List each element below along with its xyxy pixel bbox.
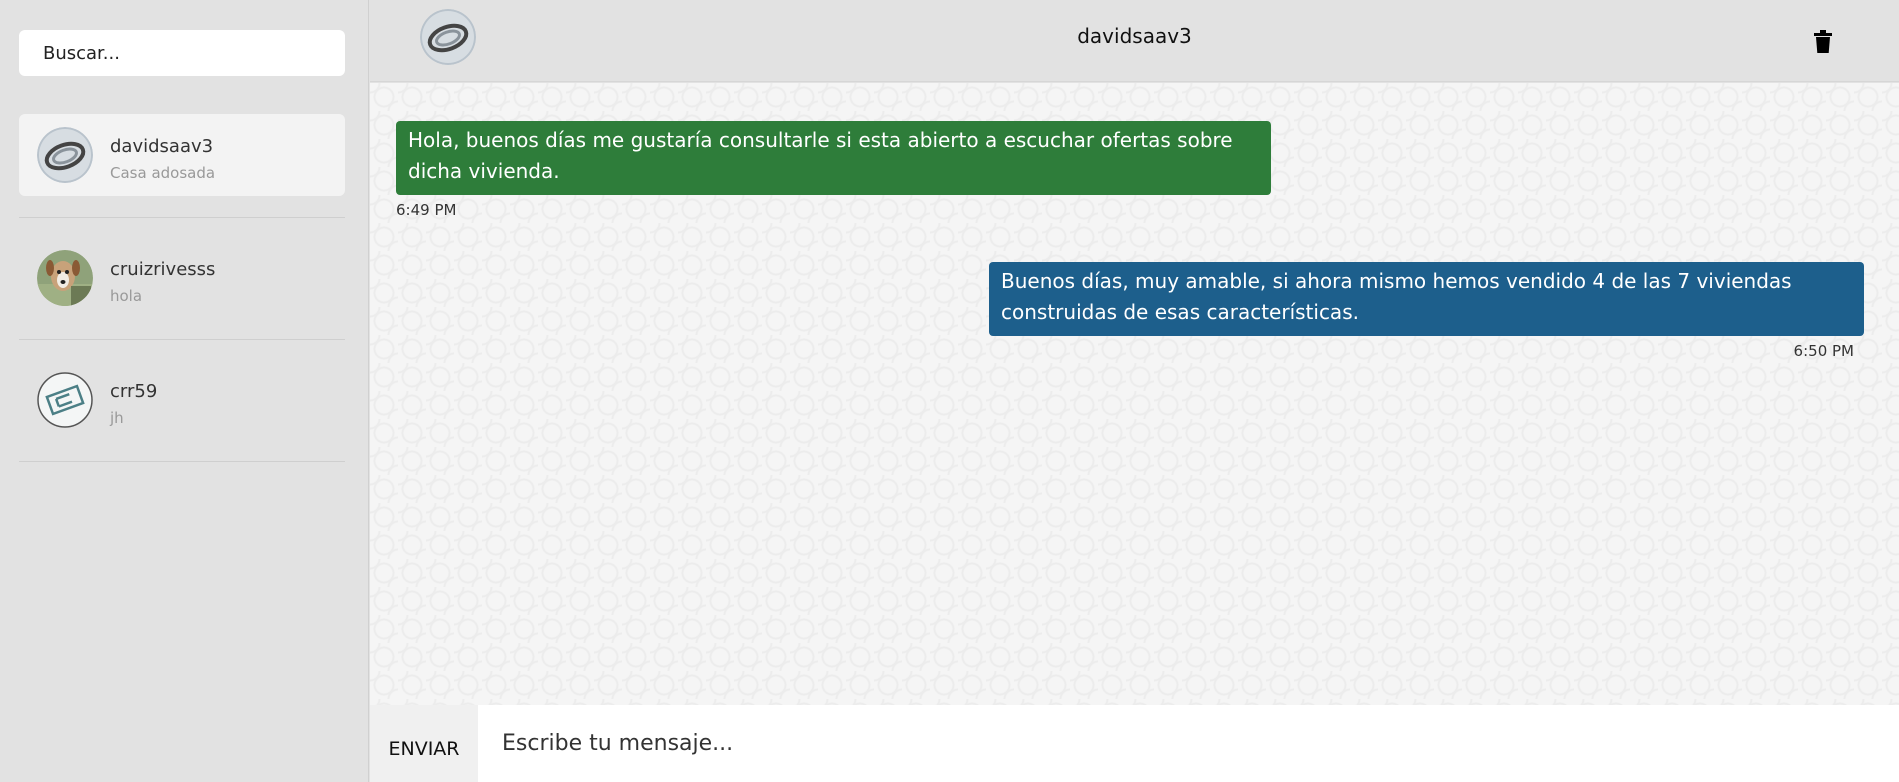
divider xyxy=(19,217,345,218)
trash-icon[interactable] xyxy=(1813,30,1833,54)
divider xyxy=(19,461,345,462)
contact-preview: jh xyxy=(110,409,124,427)
contact-name: crr59 xyxy=(110,381,158,402)
message-time: 6:49 PM xyxy=(396,201,457,219)
contact-avatar xyxy=(37,372,93,428)
contact-item-cruizrivesss[interactable]: cruizrivesss hola xyxy=(19,237,345,319)
message-input[interactable] xyxy=(478,705,1899,782)
message-composer: ENVIAR xyxy=(370,705,1899,782)
contact-item-crr59[interactable]: crr59 jh xyxy=(19,359,345,441)
contact-preview: hola xyxy=(110,287,143,305)
contact-name: cruizrivesss xyxy=(110,259,216,280)
sidebar: davidsaav3 Casa adosada cruizrivesss hol… xyxy=(0,0,369,782)
contact-avatar xyxy=(37,127,93,183)
contact-preview: Casa adosada xyxy=(110,164,216,182)
contact-name: davidsaav3 xyxy=(110,136,214,157)
message-bubble-outgoing: Buenos días, muy amable, si ahora mismo … xyxy=(989,262,1864,336)
divider xyxy=(19,339,345,340)
chat-title: davidsaav3 xyxy=(1077,24,1192,48)
chat-header: davidsaav3 xyxy=(370,0,1899,82)
message-time: 6:50 PM xyxy=(1793,342,1854,360)
contact-item-davidsaav3[interactable]: davidsaav3 Casa adosada xyxy=(19,114,345,196)
contact-avatar xyxy=(37,250,93,306)
message-bubble-incoming: Hola, buenos días me gustaría consultarl… xyxy=(396,121,1271,195)
search-input[interactable] xyxy=(19,30,345,76)
send-button[interactable]: ENVIAR xyxy=(370,705,478,782)
message-list[interactable]: Hola, buenos días me gustaría consultarl… xyxy=(370,83,1899,705)
